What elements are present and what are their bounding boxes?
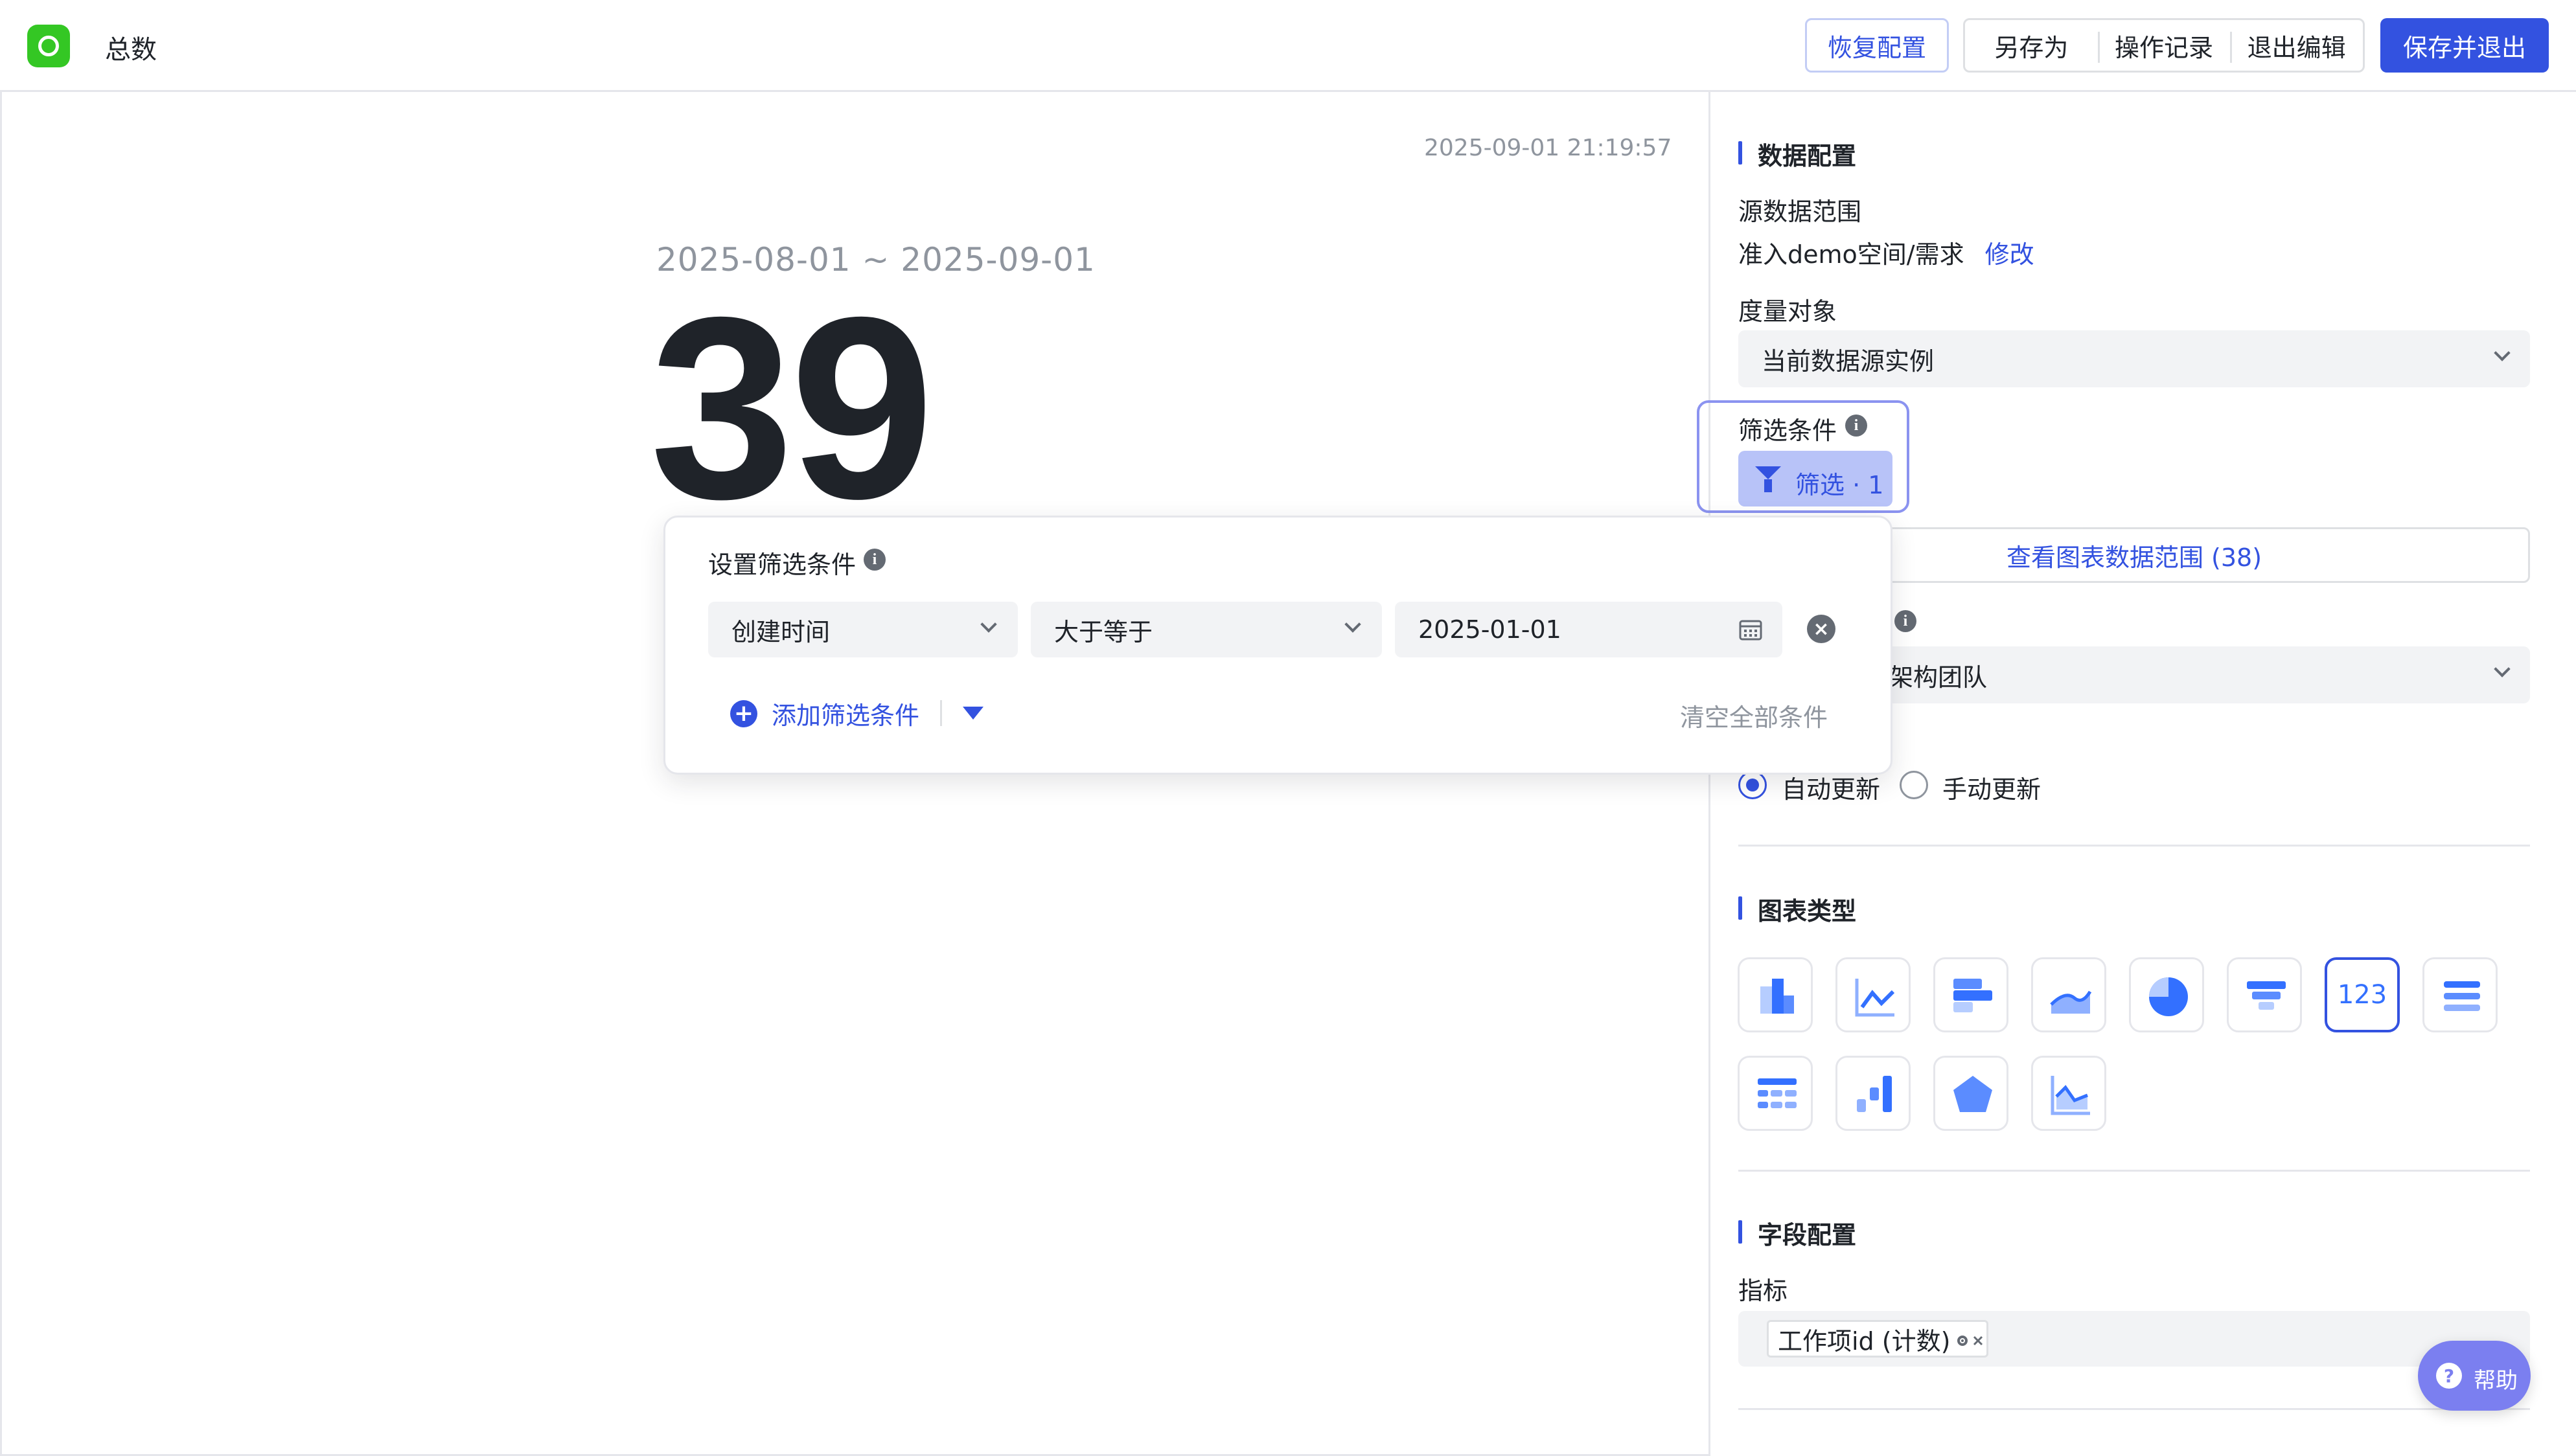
measure-object-label: 度量对象 [1738, 297, 1837, 326]
funnel-icon [1755, 466, 1781, 479]
area-chart-icon [2050, 990, 2092, 1014]
question-icon: ? [2436, 1363, 2462, 1389]
help-label: 帮助 [2474, 1368, 2518, 1394]
chevron-down-icon [2494, 661, 2511, 677]
filter-operator-select[interactable]: 大于等于 [1031, 602, 1382, 657]
source-modify-link[interactable]: 修改 [1985, 240, 2034, 269]
data-config-title: 数据配置 [1738, 136, 1856, 172]
measure-object-value: 当前数据源实例 [1762, 347, 1935, 376]
manual-update-radio[interactable] [1900, 771, 1928, 799]
info-icon[interactable]: i [1845, 415, 1867, 437]
filter-date-input[interactable]: 2025-01-01 [1395, 602, 1782, 657]
chart-type-bar[interactable] [1738, 957, 1813, 1032]
filter-date-value: 2025-01-01 [1418, 615, 1561, 644]
chevron-down-icon [1344, 616, 1361, 633]
list-chart-icon [2444, 981, 2480, 1011]
number-chart-icon: 123 [2337, 980, 2387, 1010]
info-icon-2[interactable]: i [1894, 610, 1916, 632]
chart-type-table[interactable] [1738, 1056, 1813, 1131]
total-count-value: 39 [650, 263, 934, 552]
metric-label: 指标 [1738, 1277, 1788, 1305]
calendar-icon[interactable] [1738, 617, 1763, 642]
action-button-group: 另存为 操作记录 退出编辑 [1963, 18, 2365, 73]
chevron-down-icon [2494, 345, 2511, 361]
team-select-value: 架构团队 [1889, 663, 1988, 692]
save-as-button[interactable]: 另存为 [1965, 20, 2098, 71]
clock-icon [38, 36, 59, 56]
add-filter-divider [940, 700, 943, 726]
source-range-value: 准入demo空间/需求 修改 [1738, 234, 2034, 270]
plus-circle-icon: + [730, 700, 757, 727]
chart-type-funnel[interactable] [2227, 957, 2302, 1032]
section-divider-2 [1738, 1170, 2530, 1172]
add-filter-button[interactable]: + 添加筛选条件 [730, 694, 984, 733]
chart-type-area[interactable] [2031, 957, 2106, 1032]
funnel-stem [1764, 479, 1772, 492]
dashboard-app-icon[interactable] [27, 25, 70, 67]
line-area-chart-icon [2051, 1076, 2090, 1115]
filter-button-label: 筛选 · 1 [1795, 471, 1884, 499]
section-divider-3 [1738, 1408, 2530, 1410]
filter-field-value: 创建时间 [731, 617, 831, 646]
source-range-text: 准入demo空间/需求 [1738, 240, 1964, 269]
filter-operator-value: 大于等于 [1054, 617, 1153, 646]
add-filter-label: 添加筛选条件 [772, 701, 920, 730]
chart-type-list[interactable] [2422, 957, 2498, 1032]
filter-field-select[interactable]: 创建时间 [708, 602, 1018, 657]
filter-condition-label: 筛选条件 [1738, 416, 1837, 445]
horizontal-bar-icon [1953, 979, 1992, 1012]
restore-config-button[interactable]: 恢复配置 [1805, 18, 1949, 73]
operation-history-button[interactable]: 操作记录 [2097, 20, 2231, 71]
section-divider [1738, 845, 2530, 847]
chart-type-line-area[interactable] [2031, 1056, 2106, 1131]
chart-type-title: 图表类型 [1738, 891, 1856, 927]
chart-type-number[interactable]: 123 [2325, 957, 2400, 1032]
close-icon[interactable] [1972, 1335, 1984, 1347]
chart-type-pie[interactable] [2129, 957, 2204, 1032]
top-bar: 总数 恢复配置 另存为 操作记录 退出编辑 保存并退出 [0, 0, 2576, 92]
auto-update-radio[interactable] [1738, 771, 1767, 799]
update-timestamp: 2025-09-01 21:19:57 [1424, 135, 1672, 161]
save-and-exit-button[interactable]: 保存并退出 [2380, 18, 2549, 73]
remove-filter-icon[interactable]: × [1807, 615, 1835, 643]
radar-chart-icon [1953, 1076, 1992, 1112]
help-button[interactable]: ? 帮助 [2418, 1341, 2531, 1411]
table-chart-icon [1758, 1078, 1797, 1108]
manual-update-label: 手动更新 [1942, 775, 2041, 804]
page-title: 总数 [105, 35, 157, 65]
waterfall-chart-icon [1857, 1076, 1892, 1112]
bar-chart-icon [1760, 979, 1794, 1014]
auto-update-label: 自动更新 [1782, 775, 1881, 804]
filter-popover: 设置筛选条件 i 创建时间 大于等于 2025-01-01 × + 添加筛选条件… [663, 516, 1892, 775]
line-chart-icon [1855, 979, 1895, 1017]
field-config-title: 字段配置 [1738, 1215, 1856, 1251]
metric-tag-label: 工作项id (计数) [1778, 1326, 1951, 1356]
chart-type-radar[interactable] [1933, 1056, 2008, 1131]
filter-button[interactable]: 筛选 · 1 [1738, 451, 1892, 506]
funnel-chart-icon [2247, 981, 2286, 1010]
gear-icon[interactable] [1957, 1335, 1968, 1347]
chart-type-waterfall[interactable] [1835, 1056, 1911, 1131]
metric-tag[interactable]: 工作项id (计数) [1767, 1320, 1989, 1358]
chevron-down-icon [980, 616, 997, 633]
metric-field[interactable]: 工作项id (计数) [1738, 1311, 2530, 1367]
chart-type-horizontal-bar[interactable] [1933, 957, 2008, 1032]
info-icon-popover[interactable]: i [864, 549, 886, 571]
exit-edit-button[interactable]: 退出编辑 [2230, 20, 2363, 71]
measure-object-select[interactable]: 当前数据源实例 [1738, 330, 2530, 387]
chart-type-line[interactable] [1835, 957, 1911, 1032]
caret-down-icon[interactable] [963, 707, 984, 720]
source-range-label: 源数据范围 [1738, 198, 1862, 226]
clear-all-conditions-button[interactable]: 清空全部条件 [1680, 698, 1828, 733]
pie-chart-icon [2149, 977, 2188, 1016]
popover-title: 设置筛选条件 [708, 551, 857, 579]
